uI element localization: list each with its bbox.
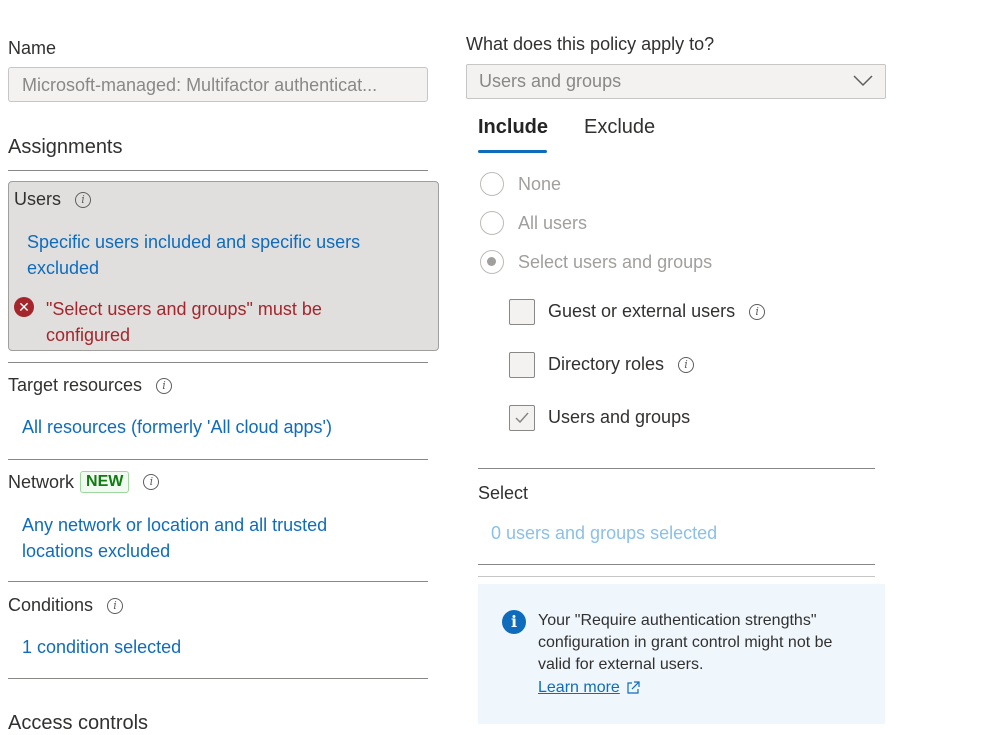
radio-all-users-label: All users (518, 213, 588, 233)
info-icon[interactable]: i (156, 377, 173, 394)
radio-none[interactable] (480, 172, 504, 196)
assignments-heading: Assignments (8, 136, 123, 158)
target-resources-label: Target resources (8, 375, 143, 395)
network-link[interactable]: Any network or location and all trusted … (22, 512, 382, 564)
divider (478, 468, 875, 469)
divider (8, 678, 428, 679)
info-icon[interactable]: i (678, 356, 695, 373)
users-label: Users (14, 189, 62, 209)
divider (478, 576, 875, 577)
apply-to-value: Users and groups (479, 71, 622, 91)
checkbox-guest-external-users-label: Guest or external users (548, 301, 736, 321)
apply-to-label: What does this policy apply to? (466, 34, 715, 54)
target-resources-link[interactable]: All resources (formerly 'All cloud apps'… (22, 417, 332, 438)
select-label: Select (478, 483, 529, 503)
divider (8, 362, 428, 363)
tab-include-underline (478, 150, 547, 153)
checkbox-users-and-groups[interactable] (509, 405, 535, 431)
checkmark-icon (515, 412, 529, 424)
users-summary-link[interactable]: Specific users included and specific use… (27, 229, 407, 281)
new-badge: NEW (80, 471, 130, 493)
users-assignment-card[interactable]: Users i Specific users included and spec… (8, 181, 439, 351)
learn-more-link[interactable]: Learn more (538, 679, 620, 697)
chevron-down-icon (853, 75, 873, 87)
apply-to-dropdown[interactable]: Users and groups (466, 64, 886, 99)
tab-include[interactable]: Include (478, 116, 548, 139)
network-label: Network (8, 471, 75, 492)
radio-select-users-and-groups[interactable] (480, 250, 504, 274)
info-message-text: Your "Require authentication strengths" … (538, 612, 833, 673)
users-groups-selected-link[interactable]: 0 users and groups selected (491, 523, 717, 544)
name-label: Name (8, 38, 57, 58)
users-error-message: "Select users and groups" must be config… (46, 299, 322, 345)
divider (478, 564, 875, 565)
divider (8, 581, 428, 582)
info-filled-icon: i (502, 610, 526, 634)
radio-all-users[interactable] (480, 211, 504, 235)
divider (8, 459, 428, 460)
info-icon[interactable]: i (75, 191, 92, 208)
info-icon[interactable]: i (749, 303, 766, 320)
conditions-label: Conditions (8, 595, 94, 615)
radio-none-label: None (518, 174, 562, 194)
policy-name-field[interactable]: Microsoft-managed: Multifactor authentic… (8, 67, 428, 102)
info-icon[interactable]: i (107, 597, 124, 614)
info-icon[interactable]: i (143, 474, 160, 490)
tab-exclude[interactable]: Exclude (584, 116, 655, 139)
conditions-link[interactable]: 1 condition selected (22, 637, 181, 658)
external-link-icon[interactable] (626, 681, 640, 695)
checkbox-directory-roles-label: Directory roles (548, 354, 665, 374)
checkbox-guest-external-users[interactable] (509, 299, 535, 325)
divider (8, 170, 428, 171)
radio-select-users-and-groups-label: Select users and groups (518, 252, 713, 272)
checkbox-users-and-groups-label: Users and groups (548, 407, 691, 427)
access-controls-heading: Access controls (8, 712, 149, 734)
info-message-bar: i Your "Require authentication strengths… (478, 584, 885, 724)
error-icon: ✕ (14, 297, 34, 317)
checkbox-directory-roles[interactable] (509, 352, 535, 378)
